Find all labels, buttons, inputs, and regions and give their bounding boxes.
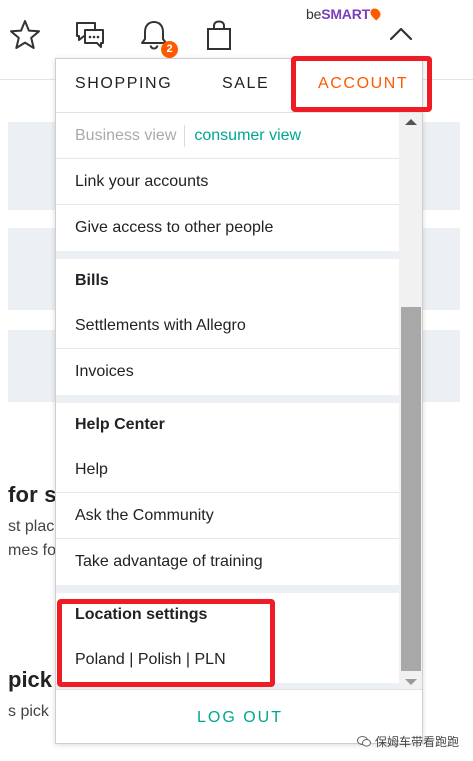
logo-pin-icon — [368, 6, 383, 21]
shopping-bag-icon[interactable] — [202, 18, 236, 52]
menu-item-ask-community[interactable]: Ask the Community — [56, 493, 399, 539]
scrollbar[interactable] — [399, 113, 422, 689]
account-tab-highlight — [291, 56, 432, 112]
star-icon[interactable] — [8, 18, 42, 52]
tab-shopping[interactable]: SHOPPING — [75, 75, 172, 93]
logo-brand: SMART — [321, 6, 370, 22]
divider — [184, 124, 186, 147]
menu-item-training[interactable]: Take advantage of training — [56, 539, 399, 585]
background-text: st plac — [8, 518, 55, 535]
help-section: Help Center Help Ask the Community Take … — [56, 403, 399, 585]
account-section: Business view consumer view Link your acc… — [56, 113, 399, 251]
background-text: mes fo — [8, 542, 57, 559]
menu-item-give-access[interactable]: Give access to other people — [56, 205, 399, 251]
background-heading: pick — [8, 667, 53, 692]
menu-item-settlements[interactable]: Settlements with Allegro — [56, 303, 399, 349]
view-toggle: Business view consumer view — [56, 113, 399, 159]
scroll-up-arrow-icon[interactable] — [405, 119, 417, 125]
bills-section: Bills Settlements with Allegro Invoices — [56, 259, 399, 395]
consumer-view-link[interactable]: consumer view — [194, 127, 301, 144]
tab-sale[interactable]: SALE — [222, 75, 269, 93]
chevron-up-icon[interactable] — [386, 22, 416, 46]
business-view-link[interactable]: Business view — [75, 127, 176, 144]
menu-item-invoices[interactable]: Invoices — [56, 349, 399, 395]
background-text: s pick — [8, 703, 49, 720]
logo-prefix: be — [306, 6, 322, 22]
menu-item-link-accounts[interactable]: Link your accounts — [56, 159, 399, 205]
chat-icon[interactable] — [73, 18, 107, 52]
watermark-text: 保姆车带看跑跑 — [375, 735, 460, 749]
besmart-logo[interactable]: beSMART — [306, 6, 383, 22]
watermark: 保姆车带看跑跑 — [357, 733, 459, 750]
wechat-icon — [357, 736, 371, 747]
bills-heading: Bills — [75, 272, 109, 289]
notification-badge: 2 — [161, 41, 178, 58]
help-center-heading: Help Center — [75, 416, 165, 433]
scroll-down-arrow-icon[interactable] — [405, 679, 417, 685]
menu-item-help[interactable]: Help — [56, 447, 399, 493]
scrollbar-thumb[interactable] — [401, 307, 421, 671]
background-heading: for s — [8, 482, 57, 507]
location-settings-highlight — [57, 599, 275, 687]
